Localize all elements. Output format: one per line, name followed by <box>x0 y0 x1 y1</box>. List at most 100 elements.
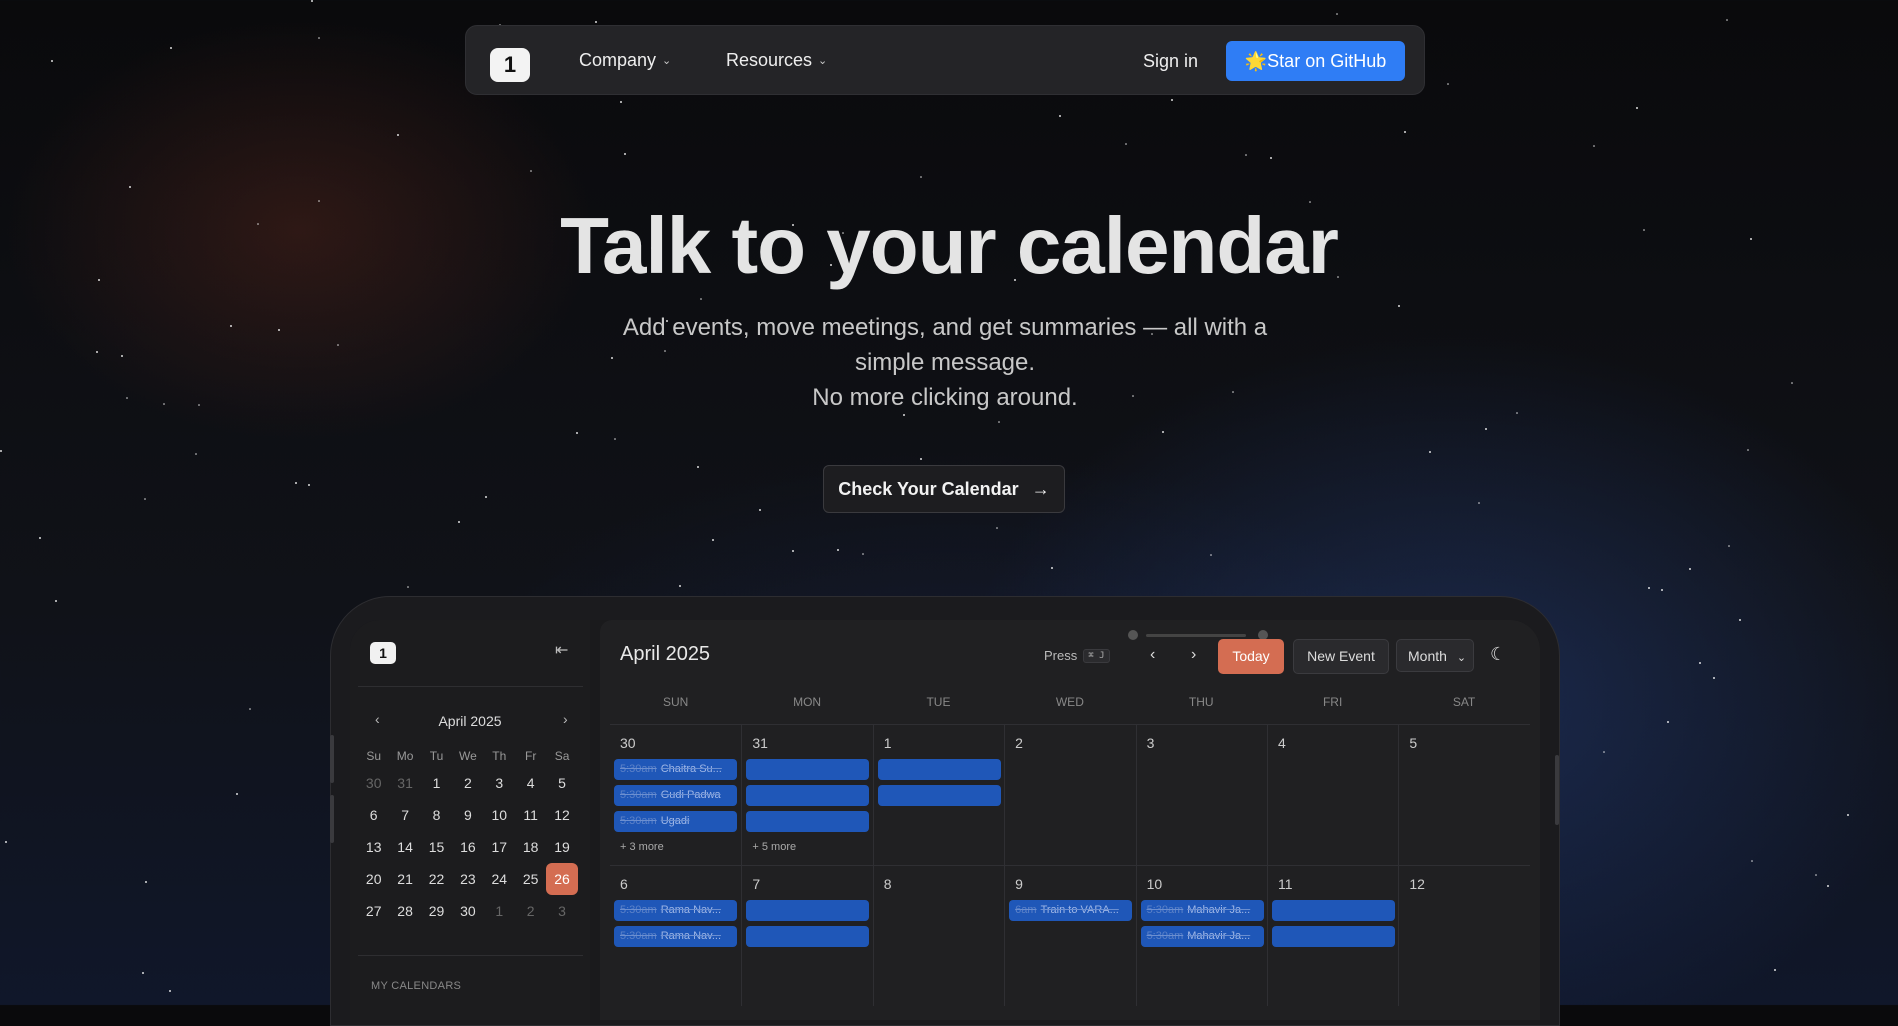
mini-weekday-label: Mo <box>396 749 414 763</box>
event-chip[interactable]: 5:30am Chaitra Su... <box>614 759 737 780</box>
event-chip[interactable]: 6am Train to VARA... <box>1009 900 1133 921</box>
mini-day[interactable]: 29 <box>421 895 452 927</box>
mini-day[interactable]: 27 <box>358 895 389 927</box>
mini-day[interactable]: 15 <box>421 831 452 863</box>
event-chip[interactable] <box>877 759 1001 780</box>
chevron-down-icon: ⌄ <box>818 55 828 67</box>
brand-logo[interactable]: 1 <box>490 48 530 82</box>
day-cell[interactable]: 4 <box>1266 724 1399 865</box>
mini-day[interactable]: 18 <box>515 831 546 863</box>
month-title: April 2025 <box>620 643 711 665</box>
mini-day[interactable]: 9 <box>452 799 483 831</box>
weekday-label: SUN <box>663 695 689 709</box>
mini-day[interactable]: 13 <box>358 831 389 863</box>
mini-day[interactable]: 8 <box>421 799 452 831</box>
event-chip[interactable] <box>746 900 870 921</box>
divider <box>358 686 583 687</box>
mini-day[interactable]: 25 <box>515 863 546 895</box>
mini-day[interactable]: 17 <box>484 831 515 863</box>
event-chip[interactable]: 5:30am Ugadi <box>614 811 737 832</box>
mini-day[interactable]: 14 <box>389 831 420 863</box>
next-month-icon[interactable]: › <box>563 711 568 727</box>
check-calendar-button[interactable]: Check Your Calendar → <box>823 465 1065 513</box>
day-cell[interactable]: 30 5:30am Chaitra Su... 5:30am Gudi Padwa 5:3… <box>610 724 742 865</box>
event-chip[interactable]: 5:30am Rama Nav... <box>614 900 737 921</box>
event-chip[interactable] <box>1271 926 1395 947</box>
day-cell[interactable]: 1 <box>872 724 1005 865</box>
star <box>1059 115 1061 117</box>
day-cell[interactable]: 31 + 5 more <box>741 724 873 865</box>
event-chip[interactable] <box>746 785 870 806</box>
day-cell[interactable]: 2 <box>1004 724 1136 865</box>
mini-day[interactable]: 20 <box>358 863 389 895</box>
mini-day[interactable]: 2 <box>452 767 483 799</box>
mini-day[interactable]: 22 <box>421 863 452 895</box>
day-cell[interactable]: 7 <box>741 865 873 1006</box>
mini-day[interactable]: 4 <box>515 767 546 799</box>
day-cell[interactable]: 6 5:30am Rama Nav... 5:30am Rama Nav... <box>610 865 742 1006</box>
day-cell[interactable]: 10 5:30am Mahavir Ja... 5:30am Mahavir Ja... <box>1135 865 1267 1006</box>
sign-in-link[interactable]: Sign in <box>1143 51 1198 72</box>
day-cell[interactable]: 12 <box>1398 865 1530 1006</box>
more-events-link[interactable]: + 3 more <box>620 841 664 853</box>
event-chip[interactable] <box>746 811 870 832</box>
collapse-sidebar-icon[interactable]: ⇤ <box>555 640 568 660</box>
prev-icon[interactable]: ‹ <box>1150 646 1155 664</box>
event-chip[interactable]: 5:30am Gudi Padwa <box>614 785 737 806</box>
day-cell[interactable]: 11 <box>1266 865 1399 1006</box>
mini-day[interactable]: 6 <box>358 799 389 831</box>
mini-day[interactable]: 3 <box>484 767 515 799</box>
dark-mode-icon[interactable]: ☾ <box>1490 644 1506 665</box>
mini-day[interactable]: 28 <box>389 895 420 927</box>
star <box>1404 131 1406 133</box>
mini-day[interactable]: 31 <box>389 767 420 799</box>
star <box>837 549 839 551</box>
mini-day[interactable]: 19 <box>546 831 577 863</box>
mini-day[interactable]: 7 <box>389 799 420 831</box>
mini-day-selected[interactable]: 26 <box>546 863 578 895</box>
mini-day[interactable]: 21 <box>389 863 420 895</box>
more-events-link[interactable]: + 5 more <box>752 841 796 853</box>
mini-day[interactable]: 3 <box>546 895 577 927</box>
event-chip[interactable] <box>877 785 1001 806</box>
mini-day[interactable]: 30 <box>452 895 483 927</box>
event-time: 5:30am <box>1146 904 1184 916</box>
day-cell[interactable]: 9 6am Train to VARA... <box>1004 865 1136 1006</box>
mini-day[interactable]: 16 <box>452 831 483 863</box>
mini-day[interactable]: 12 <box>546 799 577 831</box>
today-button[interactable]: Today <box>1218 639 1284 674</box>
mini-day[interactable]: 11 <box>515 799 546 831</box>
star <box>163 403 165 405</box>
mini-day[interactable]: 1 <box>484 895 515 927</box>
mini-calendar-month: April 2025 <box>438 713 502 729</box>
star <box>308 484 310 486</box>
view-select[interactable]: Month ⌄ <box>1396 639 1474 672</box>
mini-day[interactable]: 5 <box>546 767 577 799</box>
day-number: 3 <box>1146 735 1155 751</box>
company-menu[interactable]: Company ⌄ <box>579 50 671 71</box>
app-logo[interactable]: 1 <box>370 642 396 664</box>
event-chip[interactable]: 5:30am Mahavir Ja... <box>1140 900 1264 921</box>
event-chip[interactable] <box>1271 900 1395 921</box>
next-icon[interactable]: › <box>1191 646 1196 664</box>
mini-day[interactable]: 24 <box>484 863 515 895</box>
star <box>1447 83 1449 85</box>
event-chip[interactable] <box>746 926 870 947</box>
resources-menu[interactable]: Resources ⌄ <box>726 50 827 71</box>
mini-day[interactable]: 30 <box>358 767 389 799</box>
event-chip[interactable] <box>746 759 870 780</box>
star-on-github-button[interactable]: 🌟Star on GitHub <box>1226 41 1405 81</box>
new-event-button[interactable]: New Event <box>1293 639 1389 674</box>
event-chip[interactable]: 5:30am Rama Nav... <box>614 926 737 947</box>
star <box>1713 677 1715 679</box>
day-cell[interactable]: 5 <box>1398 724 1530 865</box>
mini-day[interactable]: 2 <box>515 895 546 927</box>
day-cell[interactable]: 8 <box>872 865 1005 1006</box>
mini-day[interactable]: 1 <box>421 767 452 799</box>
mini-day[interactable]: 10 <box>484 799 515 831</box>
divider <box>358 955 583 956</box>
mini-day[interactable]: 23 <box>452 863 483 895</box>
day-cell[interactable]: 3 <box>1135 724 1267 865</box>
event-chip[interactable]: 5:30am Mahavir Ja... <box>1140 926 1264 947</box>
view-select-value: Month <box>1408 648 1447 664</box>
